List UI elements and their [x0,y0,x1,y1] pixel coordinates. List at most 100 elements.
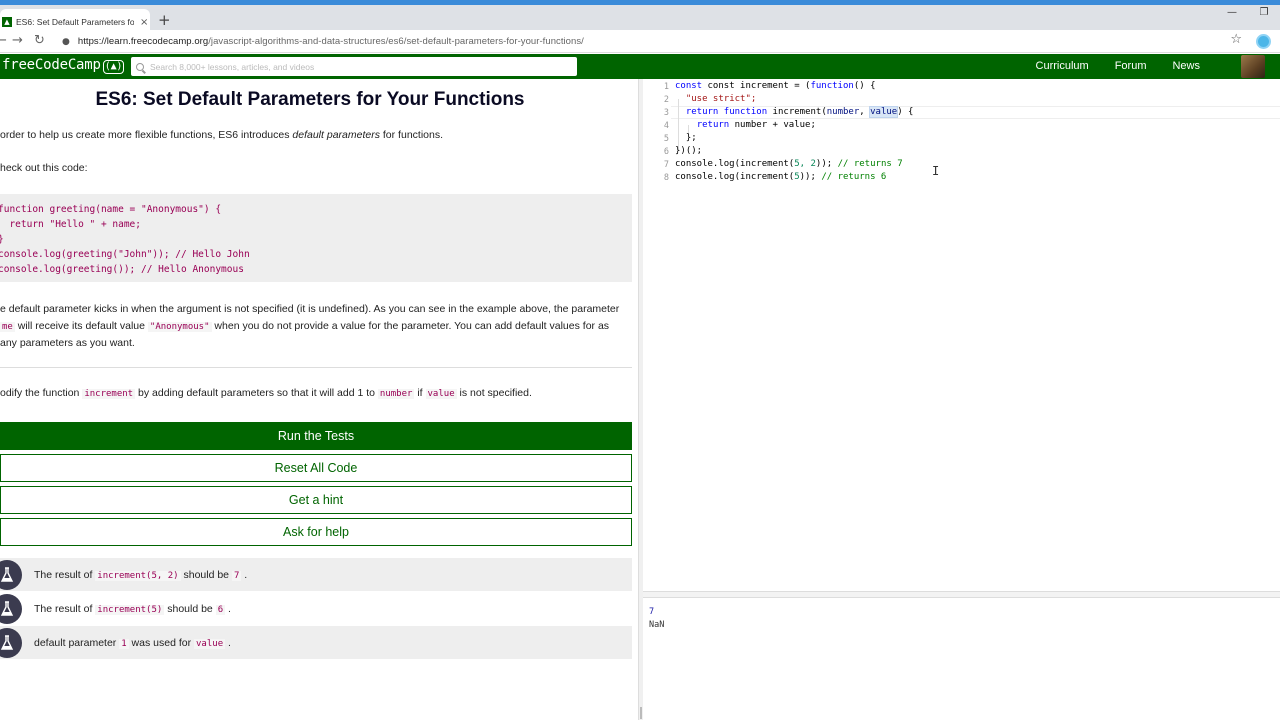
nav-link-news[interactable]: News [1172,60,1200,72]
token: "use strict"; [685,94,757,104]
token: increment( [767,107,827,117]
challenge-panel: ES6: Set Default Parameters for Your Fun… [0,79,638,720]
test-text-c: . [225,602,231,615]
get-hint-button[interactable]: Get a hint [0,486,632,514]
code-line: console.log(greeting()); // Hello Anonym… [0,264,244,275]
editor-line: console.log(increment(5)); // returns 6 [675,172,886,182]
line-number: 3 [663,108,669,118]
test-text-a: default parameter [34,636,120,649]
reset-code-button[interactable]: Reset All Code [0,454,632,482]
user-avatar[interactable] [1241,55,1265,78]
test-result: The result of increment(5, 2) should be … [0,558,632,591]
p4-text-a: odify the function [0,387,83,399]
ask-help-button[interactable]: Ask for help [0,518,632,546]
token: () { [853,81,876,91]
token: })(); [675,146,703,156]
line-number: 2 [663,95,669,105]
token: const increment = ( [707,81,811,91]
console-line: NaN [649,620,665,630]
nav-link-curriculum[interactable]: Curriculum [1036,60,1089,72]
url-field[interactable]: ● https://learn.freecodecamp.org/javascr… [56,32,1246,51]
token: }; [685,133,697,143]
description-paragraph: heck out this code: [0,162,88,174]
browser-tab-bar: ▲ ES6: Set Default Parameters for Y × + … [0,0,1280,35]
reload-icon[interactable]: ↻ [34,33,45,48]
line-number: 1 [663,82,669,92]
console-splitter[interactable] [643,591,1280,598]
code-line: } [0,232,632,247]
code-line: console.log(greeting("John")); // Hello … [0,249,250,260]
p1-emphasis: default parameters [292,129,380,141]
p3-text-c: when you do not provide a value for the … [211,319,610,332]
url-text: https://learn.freecodecamp.org/javascrip… [78,36,584,47]
test-text: The result of increment(5) should be 6 . [34,603,231,615]
back-icon[interactable]: ← [0,33,7,48]
token: const [675,81,703,91]
instructions-paragraph: odify the function increment by adding d… [0,387,532,399]
page-title: ES6: Set Default Parameters for Your Fun… [95,89,525,110]
inline-code: value [425,389,457,399]
inline-code: increment(5, 2) [95,570,181,581]
test-text-b: should be [180,568,232,581]
inline-code: value [194,638,226,649]
test-text-a: The result of [34,602,96,615]
search-icon [136,62,144,71]
divider [0,367,632,368]
text-cursor-icon: I [932,164,940,178]
url-host: https://learn.freecodecamp.org [77,36,209,47]
inline-code: number [377,389,415,399]
editor-line: return function increment(number, value)… [675,106,914,118]
logo-text: freeCodeCamp [2,57,101,73]
new-tab-button[interactable]: + [158,11,171,29]
restore-button[interactable]: ❐ [1248,7,1280,18]
code-editor[interactable]: 1 2 3 4 5 6 7 8 const const increment = … [643,79,1280,591]
token: // returns 7 [837,159,903,169]
splitter-grip[interactable] [640,707,642,719]
editor-line: "use strict"; [675,94,756,104]
p4-text-c: if [414,387,426,399]
token: console.log(increment( [675,159,795,169]
inline-code: me [0,321,15,332]
test-text-b: should be [164,602,216,615]
token: return [696,120,730,130]
token: )); [815,159,838,169]
token: 5, 2 [794,159,816,169]
editor-line: const const increment = (function() { [675,81,876,91]
tab-title: ES6: Set Default Parameters for Y [16,17,134,27]
p4-text-b: by adding default parameters so that it … [135,387,378,399]
inline-code: 7 [231,570,242,581]
flask-icon [0,559,22,590]
close-icon[interactable]: × [140,17,148,28]
inline-code: increment(5) [95,604,165,615]
bookmark-star-icon[interactable]: ☆ [1230,32,1242,47]
line-number: 5 [663,134,669,144]
editor-line: }; [675,133,697,143]
test-text-c: . [225,636,231,649]
line-number: 6 [663,147,669,157]
output-console: 7 NaN [643,598,1280,720]
token: number + value; [729,120,816,130]
p3-text-a: e default parameter kicks in when the ar… [0,303,620,315]
fcc-logo[interactable]: freeCodeCamp (▲) [2,57,125,74]
description-paragraph: order to help us create more flexible fu… [0,129,443,141]
profile-avatar-icon[interactable] [1256,34,1271,49]
fcc-favicon-icon: ▲ [2,17,12,27]
search-bar[interactable]: Search 8,000+ lessons, articles, and vid… [131,57,577,76]
nav-link-forum[interactable]: Forum [1115,60,1147,72]
token: ) { [897,107,914,117]
window-controls: — ❐ [1216,7,1280,18]
test-text-c: . [241,568,248,581]
code-line: function greeting(name = "Anonymous") { [0,204,222,215]
console-line: 7 [649,607,655,617]
token: function [723,107,768,117]
run-tests-button[interactable]: Run the Tests [0,422,632,450]
token: console.log(increment( [675,172,795,182]
test-text: default parameter 1 was used for value . [34,637,231,649]
forward-icon[interactable]: → [12,33,23,48]
token: return [685,107,719,117]
nav-links: Curriculum Forum News [1036,60,1200,72]
p3-text-b: will receive its default value [14,319,148,332]
minimize-button[interactable]: — [1216,7,1248,18]
p1-text-b: for functions. [379,129,443,141]
inline-code: increment [82,389,136,399]
